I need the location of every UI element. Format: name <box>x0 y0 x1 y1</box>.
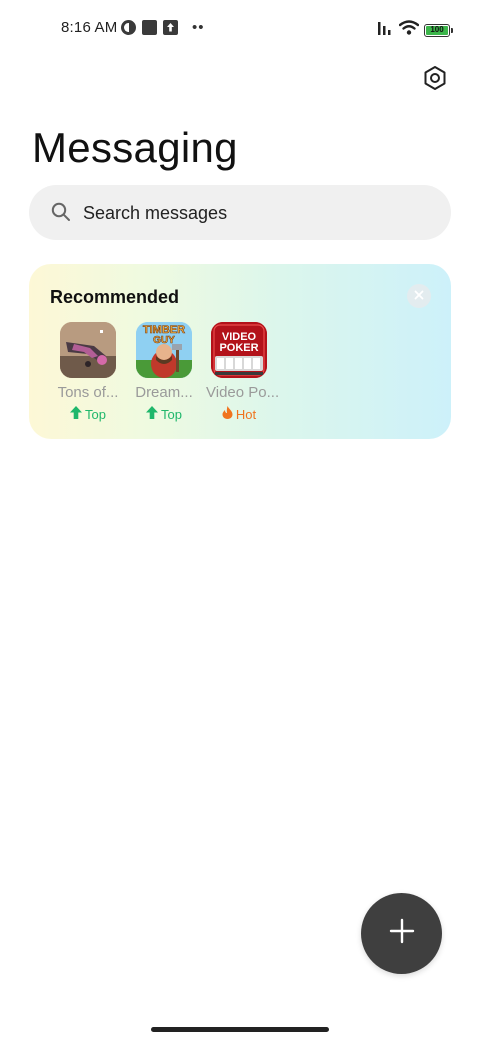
timber-line2: GUY <box>153 335 175 346</box>
close-icon <box>414 287 424 305</box>
recommended-app-dream[interactable]: TIMBER GUY Dream... Top <box>131 322 197 422</box>
app-badge-top: Top <box>55 406 121 422</box>
upload-icon <box>163 20 178 35</box>
badge-label: Top <box>161 406 182 422</box>
battery-icon: 100 <box>424 23 453 37</box>
flame-icon <box>222 406 233 422</box>
arrow-up-icon <box>70 406 83 422</box>
app-name: Video Po... <box>206 384 280 401</box>
video-poker-app-icon: VIDEO POKER <box>211 322 267 378</box>
status-notification-icons: •• <box>121 20 205 35</box>
timber-guy-app-icon: TIMBER GUY <box>136 322 192 378</box>
badge-label: Top <box>85 406 106 422</box>
signal-icon <box>378 20 394 40</box>
arrow-up-icon <box>146 406 159 422</box>
app-name: Dream... <box>135 384 193 401</box>
recommended-title: Recommended <box>50 287 180 307</box>
search-placeholder: Search messages <box>83 203 228 223</box>
app-badge-hot: Hot <box>206 406 272 422</box>
app-name: Tons of... <box>57 384 119 401</box>
search-bar[interactable]: Search messages <box>29 185 451 240</box>
data-saver-icon <box>121 20 136 35</box>
status-time: 8:16 AM <box>61 19 118 36</box>
square-notification-icon <box>142 20 157 35</box>
settings-button[interactable] <box>419 64 451 96</box>
battery-level: 100 <box>426 25 448 35</box>
tons-of-guns-app-icon <box>60 322 116 378</box>
settings-hexagon-icon <box>422 65 448 96</box>
search-icon <box>51 202 71 227</box>
more-dots-icon: •• <box>192 19 205 36</box>
recommended-app-video-poker[interactable]: VIDEO POKER Video Po... Hot <box>206 322 280 422</box>
app-badge-top: Top <box>131 406 197 422</box>
plus-icon <box>389 918 415 949</box>
new-message-button[interactable] <box>361 893 442 974</box>
close-recommended-button[interactable] <box>407 284 431 308</box>
recommended-app-tons[interactable]: Tons of... Top <box>55 322 121 422</box>
badge-label: Hot <box>235 406 257 422</box>
home-indicator[interactable] <box>151 1027 329 1032</box>
status-bar: 8:16 AM •• 100 <box>0 14 480 42</box>
status-system-icons: 100 <box>378 20 453 40</box>
poker-line2: POKER <box>219 342 258 354</box>
wifi-icon <box>398 20 420 40</box>
recommended-card: Recommended Tons of... Top TIMBER GUY Dr… <box>29 264 451 439</box>
page-title: Messaging <box>32 124 238 171</box>
